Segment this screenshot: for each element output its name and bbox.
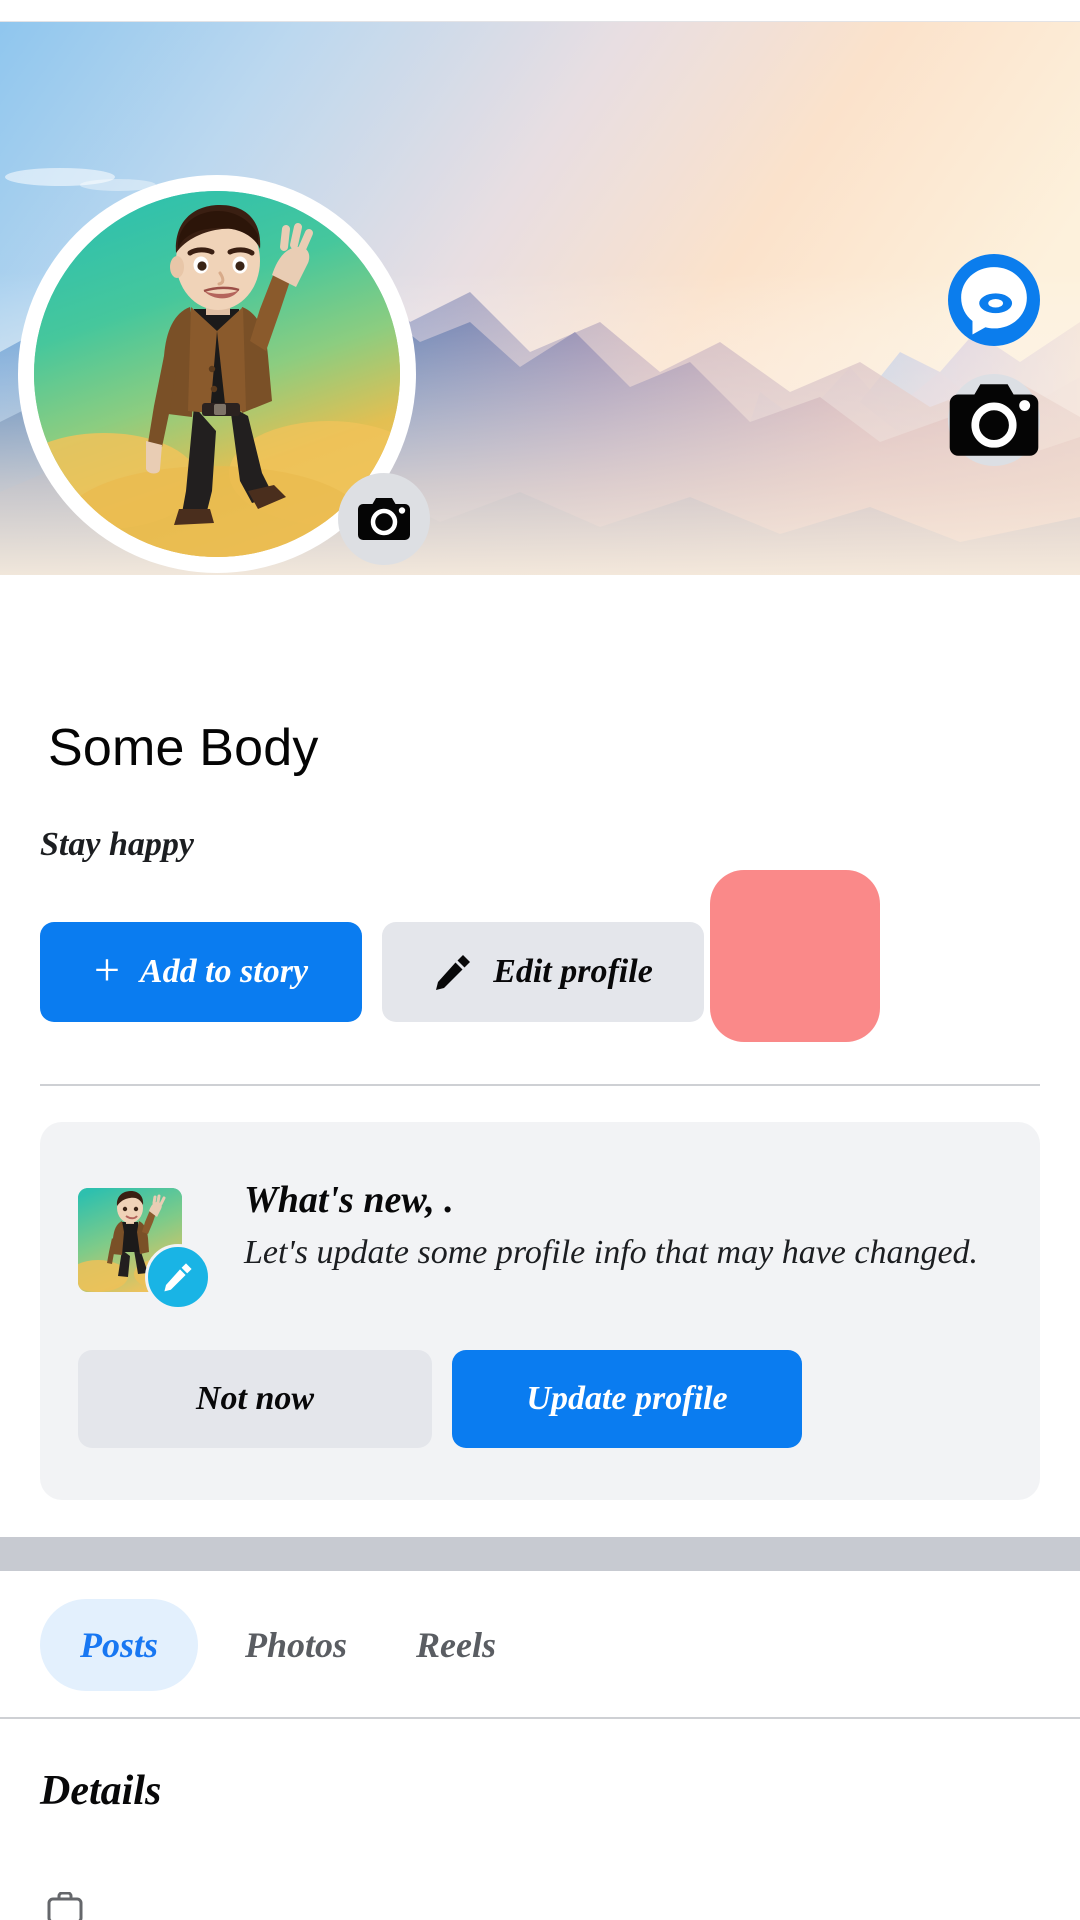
camera-icon bbox=[948, 374, 1040, 466]
profile-action-buttons: + Add to story Edit profile bbox=[40, 922, 1040, 1032]
messenger-avatar-icon bbox=[948, 254, 1040, 346]
tab-photos[interactable]: Photos bbox=[216, 1599, 376, 1691]
edit-profile-label: Edit profile bbox=[493, 953, 653, 991]
details-heading: Details bbox=[40, 1767, 161, 1815]
camera-icon bbox=[357, 495, 411, 543]
whats-new-title: What's new, . bbox=[244, 1178, 454, 1222]
profile-bio: Stay happy bbox=[40, 826, 194, 864]
pencil-icon bbox=[433, 952, 473, 992]
profile-name: Some Body bbox=[48, 718, 319, 778]
whats-new-description: Let's update some profile info that may … bbox=[244, 1234, 1004, 1272]
profile-picture-container[interactable] bbox=[18, 175, 416, 573]
profile-picture-camera-button[interactable] bbox=[338, 473, 430, 565]
plus-icon: + bbox=[94, 947, 120, 993]
cover-camera-button[interactable] bbox=[948, 374, 1040, 466]
tab-posts[interactable]: Posts bbox=[40, 1599, 198, 1691]
update-profile-button[interactable]: Update profile bbox=[452, 1350, 802, 1448]
briefcase-icon bbox=[47, 1892, 83, 1920]
profile-screen: Some Body Stay happy + Add to story Edit… bbox=[0, 0, 1080, 1920]
section-divider bbox=[40, 1084, 1040, 1086]
edit-badge[interactable] bbox=[145, 1244, 211, 1310]
tab-reels[interactable]: Reels bbox=[388, 1599, 524, 1691]
profile-tabs: Posts Photos Reels bbox=[0, 1571, 1080, 1719]
not-now-button[interactable]: Not now bbox=[78, 1350, 432, 1448]
section-separator-band bbox=[0, 1537, 1080, 1571]
edit-profile-button[interactable]: Edit profile bbox=[382, 922, 704, 1022]
more-options-highlight bbox=[710, 870, 880, 1042]
whats-new-card: What's new, . Let's update some profile … bbox=[40, 1122, 1040, 1500]
pencil-icon bbox=[162, 1261, 194, 1293]
add-to-story-label: Add to story bbox=[140, 953, 308, 991]
tabs-bottom-rule bbox=[0, 1717, 1080, 1719]
add-to-story-button[interactable]: + Add to story bbox=[40, 922, 362, 1022]
top-strip bbox=[0, 0, 1080, 22]
messenger-avatar-fab-button[interactable] bbox=[948, 254, 1040, 346]
